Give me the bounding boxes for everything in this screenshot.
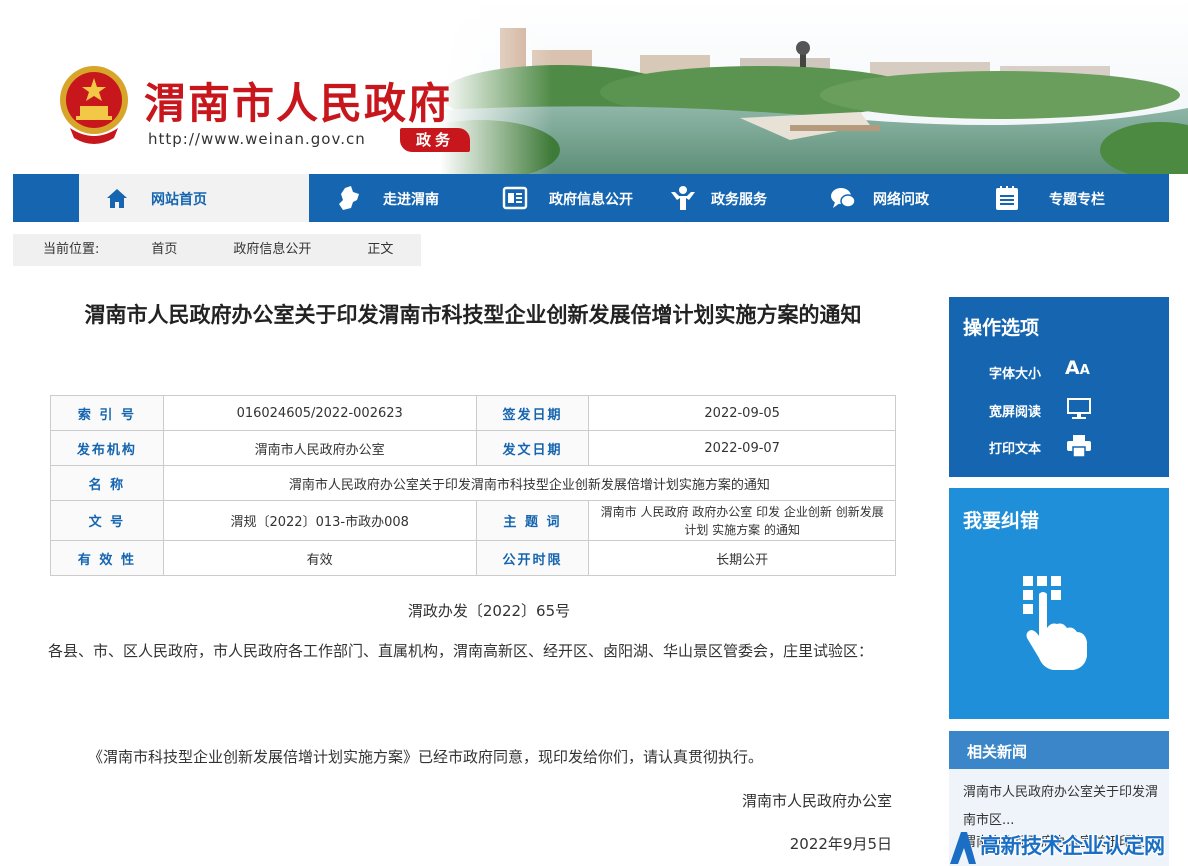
meta-label: 有 效 性 — [50, 540, 164, 576]
panel-title: 我要纠错 — [963, 510, 1040, 532]
meta-value: 2022-09-05 — [588, 395, 896, 431]
meta-value: 016024605/2022-002623 — [162, 395, 477, 431]
meta-label: 名 称 — [50, 465, 164, 501]
breadcrumb-item-current: 正文 — [339, 234, 422, 266]
watermark-text: 高新技术企业认定网 — [980, 834, 1165, 858]
site-title[interactable]: 渭南市人民政府 — [144, 70, 452, 131]
national-emblem-icon — [60, 66, 128, 144]
nav-item-info-disclosure[interactable]: 政府信息公开 — [477, 174, 643, 222]
watermark-logo-icon — [950, 832, 976, 864]
meta-label: 文 号 — [50, 500, 164, 541]
document-icon — [502, 186, 528, 210]
meta-value: 渭南市人民政府办公室 — [162, 430, 477, 466]
meta-value: 有效 — [162, 540, 477, 576]
printer-icon — [1067, 435, 1091, 458]
article-body: 《渭南市科技型企业创新发展倍增计划实施方案》已经市政府同意，现印发给你们，请认真… — [88, 748, 764, 766]
table-row: 文 号 渭规〔2022〕013-市政办008 主 题 词 渭南市 人民政府 政府… — [50, 500, 896, 541]
print-option[interactable]: 打印文本 — [989, 434, 1149, 458]
nav-item-services[interactable]: 政务服务 — [643, 174, 809, 222]
meta-value: 渭规〔2022〕013-市政办008 — [162, 500, 477, 541]
main-nav: 网站首页 走进渭南 政府信息公开 政务服务 网络问政 专题专栏 — [13, 174, 1169, 222]
meta-value: 渭南市 人民政府 政府办公室 印发 企业创新 创新发展 计划 实施方案 的通知 — [588, 500, 896, 541]
table-row: 索 引 号 016024605/2022-002623 签发日期 2022-09… — [50, 395, 896, 431]
document-number: 渭政办发〔2022〕65号 — [407, 602, 571, 620]
operation-options-panel: 操作选项 字体大小 AA 宽屏阅读 打印文本 — [949, 297, 1169, 477]
meta-label: 主 题 词 — [475, 500, 590, 541]
calendar-list-icon — [996, 186, 1018, 210]
site-url[interactable]: http://www.weinan.gov.cn — [148, 130, 366, 148]
breadcrumb: 当前位置: 首页 政府信息公开 正文 — [13, 234, 422, 266]
panel-title: 操作选项 — [963, 317, 1040, 339]
meta-value: 渭南市人民政府办公室关于印发渭南市科技型企业创新发展倍增计划实施方案的通知 — [162, 465, 897, 501]
nav-item-special-topics[interactable]: 专题专栏 — [969, 174, 1169, 222]
font-size-option[interactable]: 字体大小 AA — [989, 357, 1149, 383]
table-row: 名 称 渭南市人民政府办公室关于印发渭南市科技型企业创新发展倍增计划实施方案的通… — [50, 465, 897, 501]
article-signature: 渭南市人民政府办公室 — [741, 792, 892, 810]
related-news-header: 相关新闻 — [949, 731, 1169, 769]
meta-label: 签发日期 — [475, 395, 590, 431]
meta-label: 发文日期 — [475, 430, 590, 466]
meta-label: 索 引 号 — [50, 395, 164, 431]
table-row: 发布机构 渭南市人民政府办公室 发文日期 2022-09-07 — [50, 430, 896, 466]
chat-icon — [831, 188, 856, 208]
home-icon — [107, 189, 127, 208]
list-item[interactable]: 渭南市人民政府办公室关于印发渭南市区... — [963, 779, 1163, 835]
table-row: 有 效 性 有效 公开时限 长期公开 — [50, 540, 896, 576]
article-addressee: 各县、市、区人民政府，市人民政府各工作部门、直属机构，渭南高新区、经开区、卤阳湖… — [48, 642, 874, 660]
breadcrumb-item-info-disclosure[interactable]: 政府信息公开 — [205, 234, 352, 266]
map-icon — [339, 186, 359, 210]
zhengwu-badge: 政务 — [400, 128, 470, 152]
monitor-icon — [1067, 398, 1091, 419]
widescreen-option[interactable]: 宽屏阅读 — [989, 397, 1149, 421]
site-header: 渭南市人民政府 http://www.weinan.gov.cn 政务 — [0, 0, 1188, 174]
breadcrumb-item-home[interactable]: 首页 — [123, 234, 218, 266]
people-icon — [671, 186, 695, 210]
banner-image — [440, 0, 1188, 174]
meta-value: 长期公开 — [588, 540, 896, 576]
breadcrumb-prefix: 当前位置: — [13, 234, 136, 266]
tap-hand-icon — [1023, 576, 1087, 670]
document-meta-table: 索 引 号 016024605/2022-002623 签发日期 2022-09… — [50, 395, 897, 576]
meta-value: 2022-09-07 — [588, 430, 896, 466]
error-report-panel[interactable]: 我要纠错 — [949, 488, 1169, 719]
watermark: 高新技术企业认定网 — [948, 828, 1188, 866]
article-date: 2022年9月5日 — [789, 835, 892, 853]
meta-label: 公开时限 — [475, 540, 590, 576]
nav-item-about[interactable]: 走进渭南 — [309, 174, 477, 222]
nav-item-home[interactable]: 网站首页 — [79, 174, 309, 222]
article-title: 渭南市人民政府办公室关于印发渭南市科技型企业创新发展倍增计划实施方案的通知 — [84, 303, 862, 327]
meta-label: 发布机构 — [50, 430, 164, 466]
font-size-icon[interactable]: AA — [1065, 357, 1093, 381]
nav-item-online-inquiry[interactable]: 网络问政 — [809, 174, 969, 222]
